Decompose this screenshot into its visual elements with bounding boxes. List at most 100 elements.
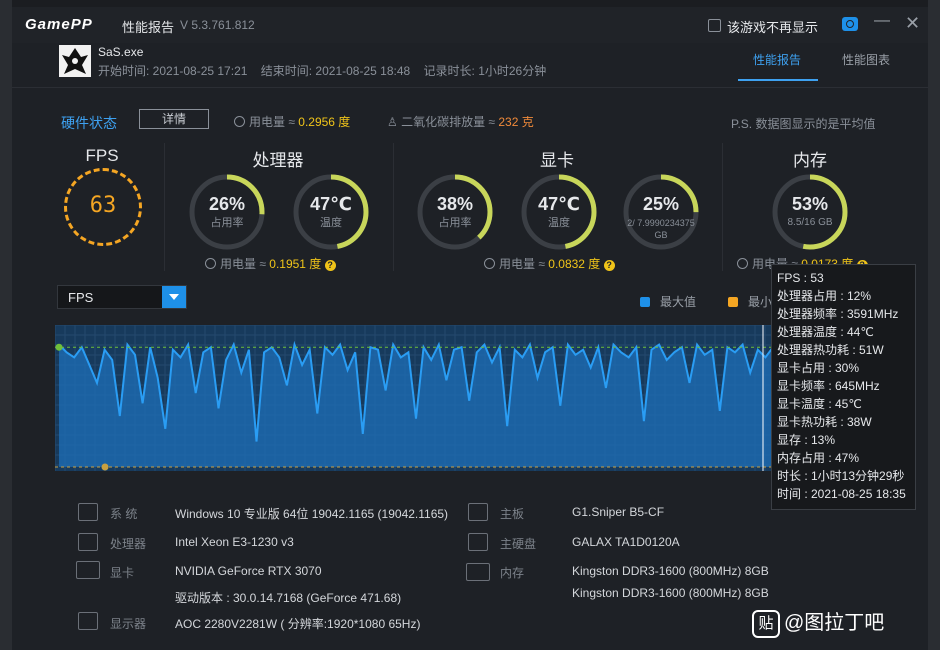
close-icon[interactable]: ✕ — [905, 13, 921, 33]
start-time: 开始时间: 2021-08-25 17:21 — [98, 64, 248, 78]
gpu-vram-value: 25% — [642, 194, 680, 214]
cpu-power: 用电量 ≈ 0.1951 度 ? — [205, 255, 336, 272]
tooltip-line: 显卡占用 : 30% — [777, 361, 860, 375]
disk-icon — [468, 533, 488, 551]
gpu-icon — [76, 561, 100, 579]
legend-swatch — [728, 297, 738, 307]
tooltip-line: 显卡温度 : 45℃ — [777, 397, 862, 411]
tooltip-line: 内存占用 : 47% — [777, 451, 860, 465]
memory-value-2: Kingston DDR3-1600 (800MHz) 8GB — [572, 586, 769, 600]
bulb-icon: ♙ — [387, 115, 402, 129]
motherboard-label: 主板 — [500, 507, 525, 521]
screenshot-root: GamePP 性能报告 V 5.3.761.812 该游戏不再显示 — ✕ Sa… — [0, 0, 940, 650]
watermark: 贴 @图拉丁吧 — [752, 606, 884, 638]
tooltip-line: 时间 : 2021-08-25 18:35 — [777, 487, 906, 501]
memory-value-1: Kingston DDR3-1600 (800MHz) 8GB — [572, 564, 769, 578]
tooltip-line: 显卡热功耗 : 38W — [777, 415, 872, 429]
gpu-usage-label: 占用率 — [438, 217, 472, 229]
max-marker — [55, 343, 63, 351]
header-divider — [12, 87, 928, 88]
memory-heading: 内存 — [793, 151, 827, 170]
motherboard-icon — [468, 503, 488, 521]
details-button[interactable]: 详情 — [139, 109, 209, 129]
background-window-right — [928, 0, 940, 650]
tooltip-line: 显存 : 13% — [777, 433, 836, 447]
gpu-power-value: 0.0832 度 — [548, 257, 601, 271]
hide-game-checkbox[interactable] — [708, 19, 721, 32]
hide-game-label[interactable]: 该游戏不再显示 — [727, 17, 818, 36]
monitor-value: AOC 2280V2281W ( 分辨率:1920*1080 65Hz) — [175, 617, 421, 631]
cpu-label: 处理器 — [110, 537, 147, 551]
legend-max: 最大值 — [640, 293, 696, 310]
cpu-temp-value: 47℃ — [310, 194, 352, 214]
co2-emission: ♙ 二氧化碳排放量 ≈ 232 克 — [387, 115, 534, 129]
tooltip-line: 显卡频率 : 645MHz — [777, 379, 880, 393]
gpu-label: 显卡 — [110, 566, 135, 580]
memory-icon — [466, 563, 490, 581]
hardware-status-title: 硬件状态 — [61, 115, 117, 131]
gpu-usage-value: 38% — [436, 194, 474, 214]
chart-tooltip: FPS : 53 处理器占用 : 12% 处理器频率 : 3591MHz 处理器温度 … — [771, 264, 916, 510]
total-power: 用电量 ≈ 0.2956 度 — [234, 113, 350, 130]
end-time: 结束时间: 2021-08-25 18:48 — [260, 64, 411, 78]
disk-label: 主硬盘 — [500, 537, 537, 551]
average-note: P.S. 数据图显示的是平均值 — [731, 117, 876, 131]
cpu-temp-label: 温度 — [320, 217, 342, 229]
app-version: V 5.3.761.812 — [180, 18, 255, 32]
system-label: 系 统 — [110, 507, 138, 521]
cpu-temp-gauge: 47℃ 温度 — [291, 172, 371, 252]
divider — [722, 143, 723, 271]
fps-chart[interactable] — [55, 325, 815, 471]
cpu-usage-label: 占用率 — [210, 217, 244, 229]
memory-usage-label: 8.5/16 GB — [787, 217, 833, 228]
system-value: Windows 10 专业版 64位 19042.1165 (19042.116… — [175, 507, 449, 521]
tooltip-line: FPS : 53 — [777, 271, 824, 285]
camera-icon[interactable] — [842, 17, 858, 31]
metric-select[interactable]: FPS — [57, 285, 187, 309]
gpu-temp-gauge: 47℃ 温度 — [519, 172, 599, 252]
disk-value: GALAX TA1D0120A — [572, 535, 680, 549]
chevron-down-icon[interactable] — [162, 286, 186, 308]
monitor-label: 显示器 — [110, 617, 147, 631]
min-marker — [101, 463, 109, 471]
driver-version: 驱动版本 : 30.0.14.7168 (GeForce 471.68) — [175, 591, 402, 605]
record-duration: 记录时长: 1小时26分钟 — [423, 64, 547, 78]
power-icon — [737, 258, 748, 269]
cpu-usage-value: 26% — [208, 194, 246, 214]
gpu-power: 用电量 ≈ 0.0832 度 ? — [484, 255, 615, 272]
cpu-value: Intel Xeon E3-1230 v3 — [175, 535, 294, 549]
gamepp-report-window: GamePP 性能报告 V 5.3.761.812 该游戏不再显示 — ✕ Sa… — [12, 7, 928, 650]
minimize-icon[interactable]: — — [874, 13, 890, 31]
legend-min: 最小 — [728, 293, 772, 310]
gpu-temp-label: 温度 — [548, 217, 570, 229]
memory-label: 内存 — [500, 566, 525, 580]
game-icon — [59, 45, 91, 77]
tooltip-line: 处理器热功耗 : 51W — [777, 343, 884, 357]
tooltip-line: 处理器占用 : 12% — [777, 289, 872, 303]
motherboard-value: G1.Sniper B5-CF — [572, 505, 665, 519]
gpu-usage-gauge: 38% 占用率 — [415, 172, 495, 252]
app-logo: GamePP — [25, 16, 93, 33]
monitor-icon — [78, 612, 98, 630]
help-icon[interactable]: ? — [603, 260, 615, 271]
background-window-left — [0, 0, 12, 650]
gpu-vram-gauge: 25% 2/ 7.9990234375 GB — [621, 172, 701, 252]
power-icon — [484, 258, 495, 269]
memory-usage-value: 53% — [791, 194, 829, 214]
gpu-heading: 显卡 — [540, 151, 574, 170]
title-bar: GamePP 性能报告 V 5.3.761.812 该游戏不再显示 — ✕ — [12, 7, 928, 43]
total-power-value: 0.2956 度 — [298, 115, 351, 129]
help-icon[interactable]: ? — [324, 260, 336, 271]
game-name: SaS.exe — [98, 45, 144, 59]
cpu-power-value: 0.1951 度 — [269, 257, 322, 271]
cpu-icon — [78, 533, 98, 551]
tab-performance-report[interactable]: 性能报告 — [753, 51, 801, 68]
windows-icon — [78, 503, 98, 521]
session-info: 开始时间: 2021-08-25 17:21 结束时间: 2021-08-25 … — [98, 62, 546, 79]
co2-value: 232 克 — [498, 115, 534, 129]
cpu-usage-gauge: 26% 占用率 — [187, 172, 267, 252]
tab-performance-chart[interactable]: 性能图表 — [842, 51, 890, 68]
memory-usage-gauge: 53% 8.5/16 GB — [770, 172, 850, 252]
power-icon — [234, 116, 245, 127]
gpu-value: NVIDIA GeForce RTX 3070 — [175, 564, 322, 578]
